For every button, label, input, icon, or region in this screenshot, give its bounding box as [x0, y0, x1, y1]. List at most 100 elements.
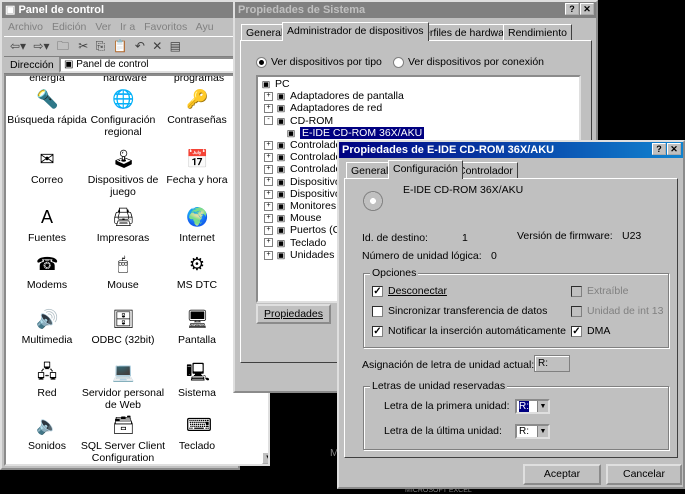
- tab-performance[interactable]: Rendimiento: [503, 24, 572, 41]
- copy-icon[interactable]: ⎘: [96, 39, 106, 53]
- properties-icon[interactable]: ▤: [170, 39, 181, 53]
- cpl-item[interactable]: ✉ Correo: [6, 148, 90, 186]
- first-letter-select[interactable]: R: ▼: [515, 399, 550, 414]
- radio-by-connection[interactable]: [393, 57, 404, 68]
- ok-button[interactable]: Aceptar: [523, 464, 601, 485]
- expand-icon[interactable]: +: [264, 189, 273, 199]
- firmware-value: U23: [622, 230, 642, 242]
- cpl-item[interactable]: 📅 Fecha y hora: [154, 148, 240, 186]
- cpl-item[interactable]: ⌨ Teclado: [154, 414, 240, 452]
- address-value: Panel de control: [76, 59, 149, 70]
- cpl-item[interactable]: 🖧 Red: [6, 361, 90, 399]
- menu-ayuda[interactable]: Ayu: [196, 21, 214, 33]
- cpl-item[interactable]: 🔦 Búsqueda rápida: [6, 88, 90, 126]
- auto-insert-label[interactable]: Notificar la inserción automáticamente: [388, 325, 566, 337]
- expand-icon[interactable]: +: [264, 140, 273, 150]
- target-id-label: Id. de destino:: [362, 232, 428, 244]
- tree-node[interactable]: + ▣ Dispositivos: [264, 188, 346, 200]
- radio-by-type-label[interactable]: Ver dispositivos por tipo: [271, 56, 382, 68]
- tree-node[interactable]: + ▣ Adaptadores de pantalla: [264, 90, 404, 102]
- tree-node[interactable]: - ▣ CD-ROM: [264, 115, 333, 127]
- expand-icon[interactable]: +: [264, 177, 273, 187]
- expand-icon[interactable]: +: [264, 213, 273, 223]
- tree-node[interactable]: + ▣ Teclado: [264, 237, 326, 249]
- disconnect-checkbox[interactable]: ✓: [372, 286, 383, 297]
- disconnect-label[interactable]: Desconectar: [388, 285, 447, 297]
- sync-transfer-label[interactable]: Sincronizar transferencia de datos: [388, 305, 547, 317]
- address-label: Dirección: [10, 59, 54, 71]
- menu-favoritos[interactable]: Favoritos: [144, 21, 187, 33]
- help-button[interactable]: ?: [652, 143, 666, 155]
- address-field[interactable]: ▣ Panel de control: [59, 57, 235, 73]
- tab-general[interactable]: General: [346, 162, 394, 179]
- help-button[interactable]: ?: [565, 3, 579, 15]
- current-letter-field: R:: [534, 355, 570, 372]
- cpl-item[interactable]: 🔊 Multimedia: [6, 308, 90, 346]
- up-folder-icon[interactable]: 🗀: [57, 39, 69, 53]
- dropdown-arrow-icon[interactable]: ▼: [537, 426, 548, 437]
- cpl-item[interactable]: 🖥 Pantalla: [154, 308, 240, 346]
- control-panel-titlebar[interactable]: ▣ Panel de control: [2, 2, 238, 18]
- dma-checkbox[interactable]: ✓: [571, 326, 582, 337]
- expand-icon[interactable]: +: [264, 152, 273, 162]
- close-button[interactable]: ✕: [667, 143, 681, 155]
- radio-by-type[interactable]: [256, 57, 267, 68]
- dma-label[interactable]: DMA: [587, 325, 610, 337]
- cpl-item-icon: 🖱: [117, 254, 129, 274]
- system-properties-titlebar[interactable]: Propiedades de Sistema ? ✕: [235, 2, 596, 18]
- cpl-item-icon: 🔈: [36, 415, 59, 435]
- last-letter-select[interactable]: R: ▼: [515, 424, 550, 439]
- scrollbar-thumb[interactable]: ▾: [262, 452, 268, 464]
- menu-ver[interactable]: Ver: [95, 21, 111, 33]
- cpl-item[interactable]: ☎ Modems: [6, 253, 90, 291]
- cpl-item[interactable]: ⚙ MS DTC: [154, 253, 240, 291]
- cpl-item-label: Contraseñas: [167, 114, 227, 126]
- cut-icon[interactable]: ✂: [78, 39, 88, 53]
- tree-node[interactable]: + ▣ Mouse: [264, 212, 322, 224]
- sync-transfer-checkbox[interactable]: [372, 306, 383, 317]
- expand-icon[interactable]: +: [264, 250, 273, 260]
- tab-device-manager[interactable]: Administrador de dispositivos: [282, 22, 429, 41]
- paste-icon[interactable]: 📋: [113, 39, 128, 53]
- cpl-item[interactable]: 🌍 Internet: [154, 206, 240, 244]
- cancel-button[interactable]: Cancelar: [606, 464, 682, 485]
- cpl-item-icon: 🌐: [112, 89, 135, 109]
- cpl-item-icon: 🕹: [112, 149, 135, 169]
- collapse-icon[interactable]: -: [264, 116, 273, 126]
- expand-icon[interactable]: +: [264, 226, 273, 236]
- device-properties-titlebar[interactable]: Propiedades de E-IDE CD-ROM 36X/AKU ? ✕: [339, 142, 683, 158]
- tab-configuration[interactable]: Configuración: [388, 160, 463, 179]
- tree-node-label: Monitores: [290, 200, 337, 212]
- removable-label: Extraíble: [587, 285, 629, 297]
- undo-icon[interactable]: ↶: [135, 39, 145, 53]
- radio-by-connection-label[interactable]: Ver dispositivos por conexión: [408, 56, 544, 68]
- expand-icon[interactable]: +: [264, 104, 273, 114]
- first-letter-label: Letra de la primera unidad:: [384, 400, 510, 412]
- forward-arrow-icon[interactable]: ⇨▾: [33, 39, 49, 53]
- back-arrow-icon[interactable]: ⇦▾: [10, 39, 26, 53]
- tree-node[interactable]: ▣ PC: [260, 78, 290, 90]
- menu-edicion[interactable]: Edición: [52, 21, 86, 33]
- tree-node[interactable]: + ▣ Monitores: [264, 200, 336, 212]
- delete-icon[interactable]: ✕: [152, 39, 162, 53]
- cpl-item[interactable]: 🔈 Sonidos: [6, 414, 90, 452]
- tree-node[interactable]: ▣ E-IDE CD-ROM 36X/AKU: [285, 126, 425, 139]
- cpl-item-icon: 🗄: [112, 309, 135, 329]
- tree-node[interactable]: + ▣ Adaptadores de red: [264, 102, 382, 114]
- cpl-item-icon: 🖥: [186, 309, 209, 329]
- tree-node[interactable]: + ▣ Dispositivos: [264, 176, 346, 188]
- expand-icon[interactable]: +: [264, 201, 273, 211]
- cpl-item[interactable]: A Fuentes: [6, 206, 90, 244]
- expand-icon[interactable]: +: [264, 238, 273, 248]
- cpl-item-icon: 🔑: [186, 89, 209, 109]
- cpl-item[interactable]: 🔑 Contraseñas: [154, 88, 240, 126]
- auto-insert-checkbox[interactable]: ✓: [372, 326, 383, 337]
- menu-archivo[interactable]: Archivo: [8, 21, 43, 33]
- close-button[interactable]: ✕: [580, 3, 594, 15]
- properties-button[interactable]: Propiedades: [256, 304, 331, 324]
- menu-ir-a[interactable]: Ir a: [120, 21, 135, 33]
- expand-icon[interactable]: +: [264, 91, 273, 101]
- dropdown-arrow-icon[interactable]: ▼: [537, 401, 548, 412]
- cpl-item[interactable]: 🖳 Sistema: [154, 361, 240, 399]
- expand-icon[interactable]: +: [264, 165, 273, 175]
